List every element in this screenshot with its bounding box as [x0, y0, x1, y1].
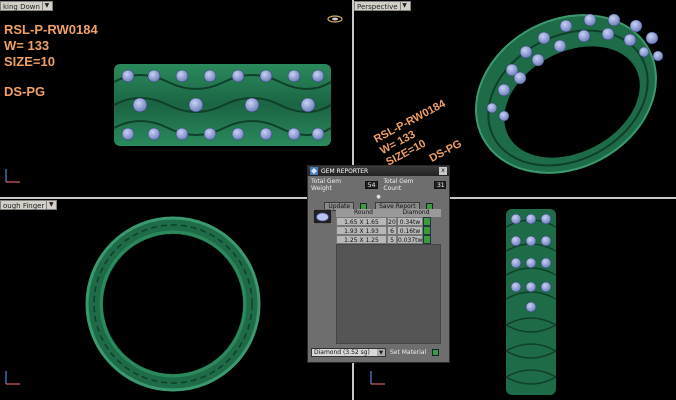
row-go-icon[interactable]	[423, 226, 431, 235]
set-material-label: Set Material	[390, 349, 427, 356]
view-orientation-icon[interactable]	[326, 14, 344, 24]
product-annotation: RSL-P-RW0184 W= 133 SIZE=10 DS-PG	[4, 22, 98, 100]
row-go-icon[interactable]	[423, 217, 431, 226]
gem-weight: 0.16tw	[397, 226, 423, 235]
gem-icon	[310, 167, 318, 175]
material-select-value: Diamond (3.52 sg)	[314, 349, 370, 356]
viewport-bottom-left[interactable]: ough Finger ▼	[0, 199, 352, 400]
viewport-view-dropdown[interactable]: king Down ▼	[0, 1, 53, 11]
viewport-view-label: Perspective	[357, 3, 398, 11]
material-select[interactable]: Diamond (3.52 sg) ▼	[311, 348, 386, 357]
chevron-down-icon: ▼	[46, 201, 56, 209]
ring-perspective-view	[475, 13, 664, 174]
viewport-view-dropdown[interactable]: ough Finger ▼	[0, 200, 58, 210]
chevron-down-icon: ▼	[41, 2, 51, 10]
total-weight-field: 54	[364, 181, 379, 189]
annotation-weight: W= 133	[4, 38, 50, 53]
table-row[interactable]: 1.65 X 1.65 20 0.34tw	[336, 217, 441, 226]
chevron-down-icon: ▼	[399, 2, 409, 10]
gem-size: 1.25 X 1.25	[336, 235, 387, 244]
total-count-label: Total Gem Count	[383, 178, 414, 192]
row-go-icon[interactable]	[423, 235, 431, 244]
gem-table: Round Diamond 1.65 X 1.65 20 0.34tw 1.93…	[336, 209, 441, 244]
ring-edge-view	[505, 209, 557, 395]
axis-triad-icon	[5, 371, 20, 385]
viewport-top-left[interactable]: king Down ▼ RSL-P-RW0184 W= 133 SIZE=10 …	[0, 0, 352, 197]
viewport-view-label: king Down	[3, 3, 40, 11]
viewport-view-label: ough Finger	[3, 202, 45, 210]
ring-front-view	[85, 216, 261, 392]
gem-count: 20	[387, 217, 397, 226]
table-row[interactable]: 1.93 X 1.93 6 0.16tw	[336, 226, 441, 235]
dialog-title-bar[interactable]: GEM REPORTER x	[308, 166, 449, 176]
axis-triad-icon	[5, 169, 20, 183]
cad-workspace: king Down ▼ RSL-P-RW0184 W= 133 SIZE=10 …	[0, 0, 676, 400]
set-material-button[interactable]	[432, 349, 440, 356]
chevron-down-icon: ▼	[377, 349, 385, 356]
dialog-title: GEM REPORTER	[321, 167, 369, 175]
axis-triad-icon	[370, 371, 385, 385]
total-weight-label: Total Gem Weight	[311, 178, 342, 192]
viewport-view-dropdown[interactable]: Perspective ▼	[354, 1, 411, 11]
table-row[interactable]: 1.25 X 1.25 5 0.037tw	[336, 235, 441, 244]
gem-count: 5	[387, 235, 397, 244]
annotation-size: SIZE=10	[4, 54, 55, 69]
gem-reporter-dialog: GEM REPORTER x Total Gem Weight 54 Total…	[307, 165, 450, 363]
gem-weight: 0.037tw	[397, 235, 423, 244]
ring-side-view	[113, 64, 332, 146]
round-diamond-icon[interactable]	[313, 209, 332, 224]
shape-header: Round	[354, 209, 373, 216]
annotation-code: DS-PG	[4, 84, 46, 99]
gem-weight: 0.34tw	[397, 217, 423, 226]
total-count-field: 31	[433, 181, 446, 189]
close-button[interactable]: x	[439, 167, 447, 175]
annotation-sku: RSL-P-RW0184	[4, 22, 98, 37]
gem-size: 1.93 X 1.93	[336, 226, 387, 235]
gem-count: 6	[387, 226, 397, 235]
material-header: Diamond	[402, 209, 430, 216]
gem-table-empty-area	[336, 244, 441, 344]
gem-size: 1.65 X 1.65	[336, 217, 387, 226]
